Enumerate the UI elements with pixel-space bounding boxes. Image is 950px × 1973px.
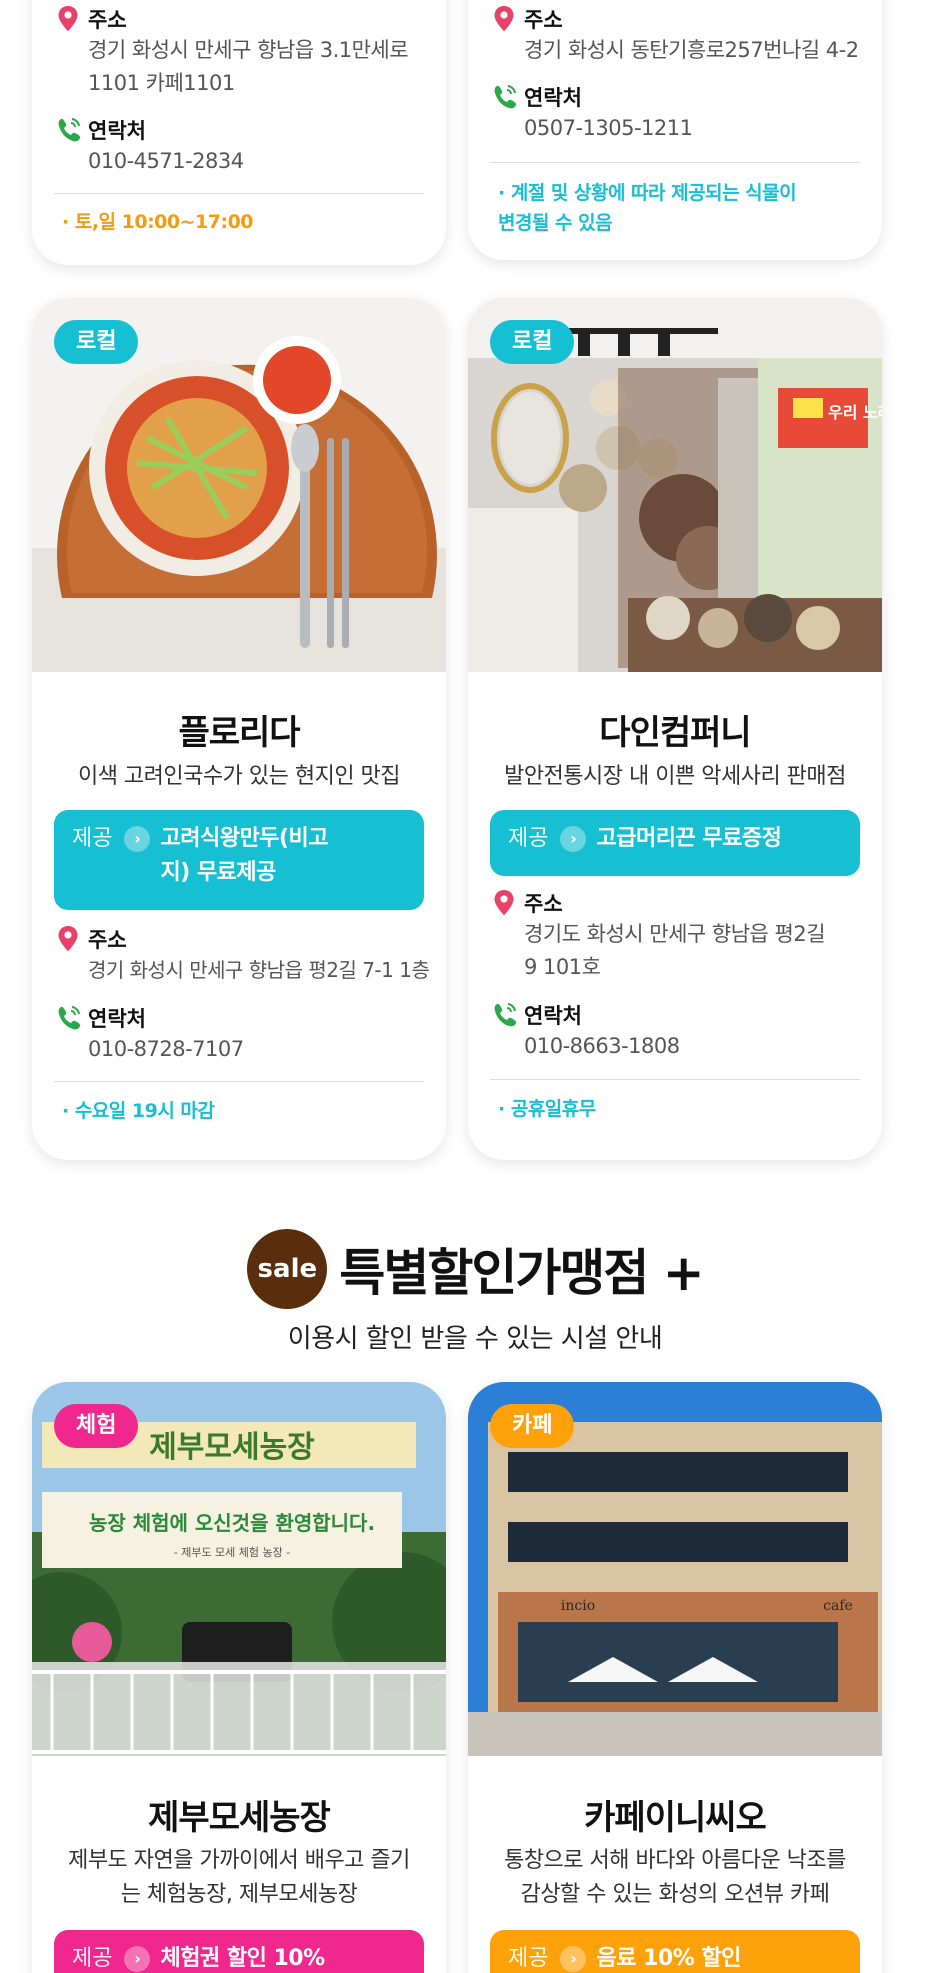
- local-card-florida[interactable]: 로컬 플로리다 이색 고려인국수가 있는 현지인 맛집 제공 › 고려식왕만두(…: [32, 298, 446, 1160]
- divider: [54, 193, 424, 194]
- map-pin-icon: [494, 890, 514, 916]
- sale-card-jebu-farm[interactable]: 제부모세농장 농장 체험에 오신것을 환영합니다. - 제부도 모세 체험 농장…: [32, 1382, 446, 1973]
- local-card-dain-company[interactable]: 우리 노래 로컬 다인컴퍼니 발안전통시장 내 이쁜 악세사리 판매점 제공 ›…: [468, 298, 882, 1160]
- phone-icon: [58, 1006, 81, 1030]
- offer-box: 제공 › 고급머리끈 무료증정: [490, 810, 860, 876]
- address-label: 주소: [88, 8, 127, 32]
- address-block: 주소 경기도 화성시 만세구 향남읍 평2길9 101호: [490, 888, 866, 984]
- contact-block: 연락처 010-8728-7107: [54, 1003, 430, 1066]
- chevron-right-icon: ›: [560, 1946, 587, 1972]
- contact-block: 연락처 0507-1305-1211: [490, 82, 866, 145]
- card-description: 발안전통시장 내 이쁜 악세사리 판매점: [504, 764, 846, 789]
- note: · 공휴일휴무: [498, 1098, 596, 1120]
- offer-box: 제공 › 체험권 할인 10%: [54, 1930, 424, 1973]
- note: · 계절 및 상황에 따라 제공되는 식물이 변경될 수 있음: [498, 182, 797, 234]
- farm-sign-text: 제부모세농장: [149, 1430, 315, 1465]
- address-block: 주소 경기 화성시 동탄기흥로257번나길 4-2: [490, 4, 866, 67]
- section-heading: sale 특별할인가맹점 +: [0, 1228, 950, 1310]
- phone-icon: [494, 85, 517, 109]
- card-description: 이색 고려인국수가 있는 현지인 맛집: [77, 764, 401, 789]
- address-value: 경기 화성시 동탄기흥로257번나길 4-2: [524, 38, 859, 62]
- phone-icon: [58, 118, 81, 142]
- category-badge: 로컬: [490, 320, 575, 364]
- top-card-right[interactable]: 주소 경기 화성시 동탄기흥로257번나길 4-2 연락처 0507-1305-…: [468, 0, 882, 260]
- offer-label: 제공: [72, 826, 113, 851]
- card-description: 통창으로 서해 바다와 아름다운 낙조를 감상할 수 있는 화성의 오션뷰 카페: [504, 1848, 846, 1907]
- map-pin-icon: [494, 6, 514, 32]
- note: · 토,일 10:00~17:00: [62, 211, 254, 233]
- divider: [490, 162, 860, 163]
- address-value: 경기 화성시 만세구 향남읍 3.1만세로 1101 카페1101: [88, 38, 409, 95]
- note: · 수요일 19시 마감: [62, 1100, 215, 1122]
- contact-value[interactable]: 010-8728-7107: [88, 1033, 430, 1066]
- chevron-right-icon: ›: [124, 826, 151, 852]
- contact-value[interactable]: 010-4571-2834: [88, 145, 430, 178]
- cafe-sign-right: cafe: [823, 1598, 853, 1614]
- farm-banner-text: 농장 체험에 오신것을 환영합니다.: [89, 1511, 375, 1535]
- offer-text: 고급머리끈 무료증정: [596, 826, 782, 851]
- section-subtitle: 이용시 할인 받을 수 있는 시설 안내: [287, 1324, 663, 1354]
- shop-sign-text: 우리 노래: [828, 403, 882, 422]
- offer-label: 제공: [508, 1946, 549, 1971]
- address-value: 경기 화성시 만세구 향남읍 평2길 7-1 1층: [88, 958, 430, 982]
- sale-badge: sale: [247, 1229, 328, 1309]
- contact-value[interactable]: 0507-1305-1211: [524, 112, 866, 145]
- map-pin-icon: [58, 926, 78, 952]
- card-title: 카페이니씨오: [584, 1798, 767, 1838]
- card-title: 제부모세농장: [148, 1798, 331, 1838]
- contact-label: 연락처: [524, 86, 582, 110]
- contact-block: 연락처 010-4571-2834: [54, 115, 430, 178]
- address-block: 주소 경기 화성시 만세구 향남읍 3.1만세로 1101 카페1101: [54, 4, 430, 100]
- address-value: 경기도 화성시 만세구 향남읍 평2길9 101호: [524, 922, 826, 979]
- offer-text: 고려식왕만두(비고지) 무료제공: [160, 826, 328, 885]
- chevron-right-icon: ›: [124, 1946, 151, 1972]
- farm-banner-subtext: - 제부도 모세 체험 농장 -: [174, 1546, 291, 1559]
- divider: [54, 1081, 424, 1082]
- card-title: 플로리다: [178, 713, 300, 753]
- contact-block: 연락처 010-8663-1808: [490, 1000, 866, 1063]
- category-badge: 로컬: [54, 320, 139, 364]
- map-pin-icon: [58, 6, 78, 32]
- sale-card-cafe-incio[interactable]: incio cafe 카페 카페이니씨오 통창으로 서해 바다와 아름다운 낙조…: [468, 1382, 882, 1973]
- category-badge: 카페: [490, 1404, 575, 1448]
- contact-value[interactable]: 010-8663-1808: [524, 1030, 866, 1063]
- section-title: 특별할인가맹점 +: [339, 1244, 704, 1302]
- cafe-sign-left: incio: [561, 1598, 595, 1614]
- address-block: 주소 경기 화성시 만세구 향남읍 평2길 7-1 1층: [54, 924, 430, 987]
- divider: [490, 1079, 860, 1080]
- offer-label: 제공: [508, 826, 549, 851]
- offer-text: 음료 10% 할인: [596, 1946, 741, 1971]
- category-badge: 체험: [54, 1404, 139, 1448]
- card-description: 제부도 자연을 가까이에서 배우고 즐기는 체험농장, 제부모세농장: [68, 1848, 410, 1907]
- address-label: 주소: [524, 892, 563, 916]
- card-title: 다인컴퍼니: [599, 713, 751, 753]
- chevron-right-icon: ›: [560, 826, 587, 852]
- address-label: 주소: [88, 928, 127, 952]
- top-card-left[interactable]: 주소 경기 화성시 만세구 향남읍 3.1만세로 1101 카페1101 연락처…: [32, 0, 446, 265]
- offer-label: 제공: [72, 1946, 113, 1971]
- offer-box: 제공 › 고려식왕만두(비고지) 무료제공: [54, 810, 424, 910]
- address-label: 주소: [524, 8, 563, 32]
- offer-text: 체험권 할인 10%: [160, 1946, 325, 1971]
- phone-icon: [494, 1003, 517, 1027]
- contact-label: 연락처: [88, 1007, 146, 1031]
- contact-label: 연락처: [88, 119, 146, 143]
- offer-box: 제공 › 음료 10% 할인: [490, 1930, 860, 1973]
- contact-label: 연락처: [524, 1004, 582, 1028]
